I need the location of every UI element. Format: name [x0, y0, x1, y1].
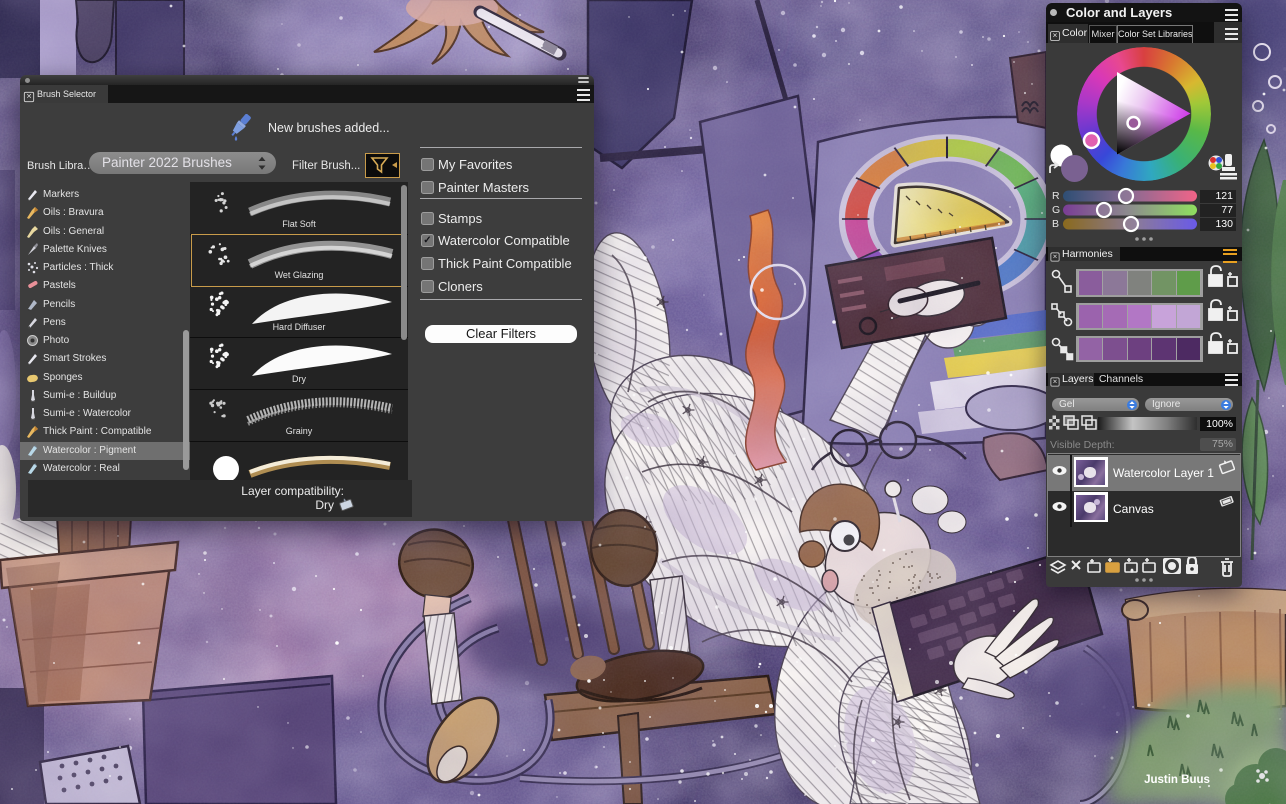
svg-text:Justin Buus: Justin Buus — [1144, 774, 1210, 786]
